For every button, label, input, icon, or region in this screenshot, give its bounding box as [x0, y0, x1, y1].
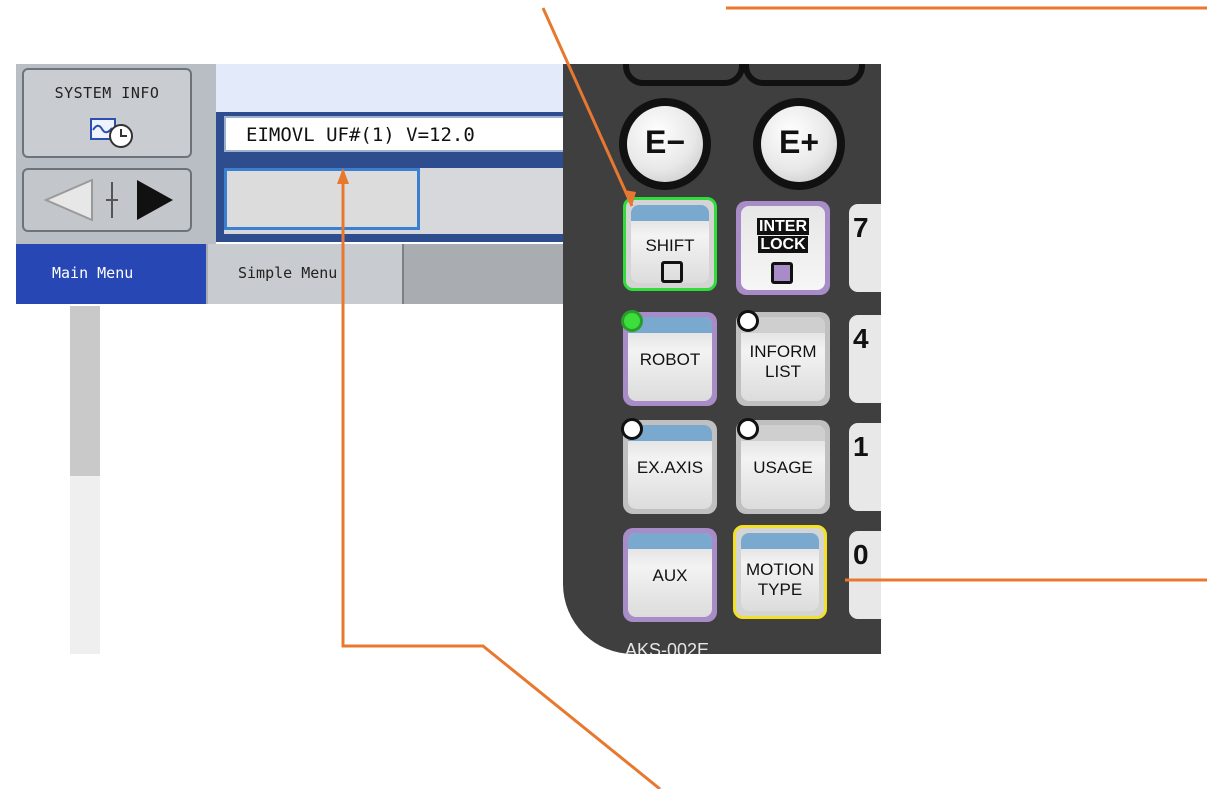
system-info-label: SYSTEM INFO [54, 84, 160, 102]
usage-led-icon [737, 418, 759, 440]
page-nav-button[interactable] [22, 168, 192, 232]
page-next-icon[interactable] [122, 170, 188, 230]
e-plus-key[interactable]: E+ [753, 98, 845, 190]
menu-tabs: Main Menu Simple Menu [16, 244, 571, 304]
input-field[interactable] [224, 168, 420, 230]
tab-simple-menu-label: Simple Menu [238, 264, 338, 282]
system-info-icon [90, 118, 133, 148]
inform-list-label-line1: INFORM [749, 342, 817, 361]
robot-key-label: ROBOT [639, 350, 701, 369]
interlock-indicator-icon [771, 262, 793, 284]
top-status-area [216, 64, 571, 112]
numkey-1-label: 1 [853, 431, 869, 462]
system-info-button[interactable]: SYSTEM INFO [22, 68, 192, 158]
e-plus-label: E+ [778, 124, 820, 160]
numkey-4-label: 4 [853, 323, 869, 354]
numkey-7[interactable]: 7 [846, 201, 881, 295]
interlock-label-line1: INTER [757, 218, 809, 235]
command-line-text: EIMOVL UF#(1) V=12.0 [246, 124, 475, 146]
ex-axis-key-label: EX.AXIS [636, 458, 704, 477]
numkey-0-label: 0 [853, 539, 869, 570]
command-panel: EIMOVL UF#(1) V=12.0 [216, 112, 571, 242]
teach-pendant-keypad: E− E+ SHIFT INTER LOCK 7 ROBOT INFORM LI… [563, 64, 881, 654]
shift-indicator-icon [661, 261, 683, 283]
numkey-7-label: 7 [853, 212, 869, 243]
tab-main-menu-label: Main Menu [52, 264, 134, 282]
page-prev-icon[interactable] [32, 170, 102, 230]
motion-type-label-line1: MOTION [746, 560, 814, 579]
numkey-0[interactable]: 0 [846, 528, 881, 622]
numkey-4[interactable]: 4 [846, 312, 881, 406]
aux-key-label: AUX [652, 566, 688, 585]
command-line: EIMOVL UF#(1) V=12.0 [224, 116, 571, 152]
numkey-1[interactable]: 1 [846, 420, 881, 514]
e-minus-key[interactable]: E− [619, 98, 711, 190]
usage-key-label: USAGE [753, 458, 813, 477]
interlock-label-line2: LOCK [758, 236, 808, 253]
robot-led-icon [621, 310, 643, 332]
motion-type-label-line2: TYPE [757, 580, 803, 599]
pendant-model-label: AKS-002E [625, 640, 710, 654]
interlock-key[interactable]: INTER LOCK [736, 201, 830, 295]
tab-main-menu[interactable]: Main Menu [16, 244, 206, 304]
ex-axis-led-icon [621, 418, 643, 440]
aux-key[interactable]: AUX [623, 528, 717, 622]
motion-type-key[interactable]: MOTION TYPE [733, 525, 827, 619]
scrollbar[interactable] [70, 306, 100, 654]
inform-list-label-line2: LIST [765, 362, 801, 381]
page-nav-separator-icon [102, 170, 122, 230]
shift-key[interactable]: SHIFT [623, 197, 717, 291]
scrollbar-thumb[interactable] [70, 306, 100, 476]
tab-simple-menu[interactable]: Simple Menu [208, 244, 404, 304]
left-button-panel: SYSTEM INFO [16, 64, 216, 244]
inform-list-led-icon [737, 310, 759, 332]
partial-key-top-left [623, 64, 745, 86]
e-minus-label: E− [644, 124, 686, 160]
input-row [224, 168, 571, 234]
shift-key-label: SHIFT [645, 236, 695, 255]
pendant-screen: SYSTEM INFO EIMOVL UF#(1) V=12.0 Main Me… [16, 64, 571, 654]
partial-key-top-right [743, 64, 865, 86]
